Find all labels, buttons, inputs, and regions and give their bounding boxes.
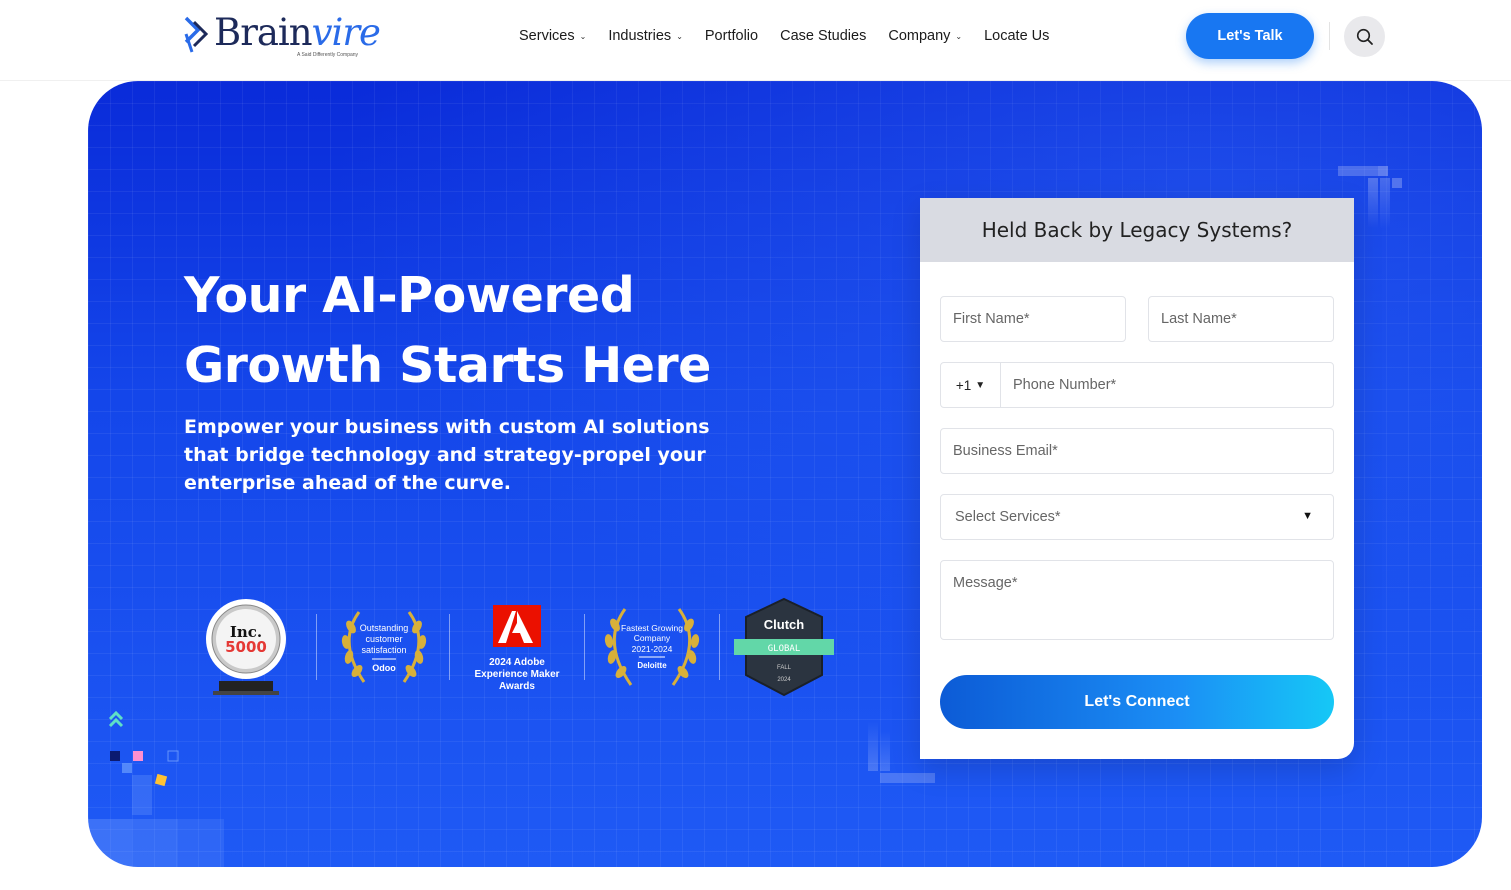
nav-item-locate-us[interactable]: Locate Us (984, 26, 1049, 46)
svg-text:2024: 2024 (777, 677, 791, 683)
business-email-input[interactable]: Business Email* (940, 428, 1334, 474)
nav-item-case-studies[interactable]: Case Studies (780, 26, 866, 46)
search-button[interactable] (1344, 16, 1385, 57)
award-separator (316, 614, 317, 680)
svg-text:Experience Maker: Experience Maker (474, 669, 559, 680)
contact-form: Held Back by Legacy Systems? First Name*… (920, 198, 1354, 759)
award-separator (449, 614, 450, 680)
hero-title-line2: Growth Starts Here (184, 337, 711, 394)
caret-down-icon: ▼ (1302, 510, 1313, 522)
country-code-select[interactable]: +1 ▼ (941, 363, 1001, 407)
svg-text:Fastest Growing: Fastest Growing (621, 623, 683, 633)
svg-text:2024 Adobe: 2024 Adobe (489, 657, 545, 668)
message-textarea[interactable]: Message* (940, 560, 1334, 640)
nav-item-company[interactable]: Company ⌄ (888, 26, 962, 46)
caret-down-icon: ▼ (975, 379, 986, 391)
first-name-input[interactable]: First Name* (940, 296, 1126, 342)
hero-subtitle: Empower your business with custom AI sol… (184, 416, 710, 494)
nav-item-services[interactable]: Services ⌄ (519, 26, 586, 46)
chevron-down-icon: ⌄ (955, 31, 963, 41)
chevron-down-icon: ⌄ (579, 31, 587, 41)
logo-tagline: A Said Differently Company (297, 52, 359, 58)
brainvire-logo[interactable]: Brainvire A Said Differently Company (184, 12, 381, 60)
svg-text:Clutch: Clutch (764, 617, 805, 632)
award-odoo: Outstanding customer satisfaction Odoo (329, 597, 439, 697)
award-separator (584, 614, 585, 680)
award-separator (719, 614, 720, 680)
award-clutch: Clutch GLOBAL FALL 2024 (728, 597, 840, 697)
logo-wordmark: Brainvire (214, 11, 381, 54)
site-header: Brainvire A Said Differently Company Ser… (0, 0, 1511, 81)
svg-text:2021-2024: 2021-2024 (632, 644, 673, 654)
lets-connect-button[interactable]: Let's Connect (940, 675, 1334, 729)
svg-text:FALL: FALL (777, 665, 792, 671)
svg-text:Deloitte: Deloitte (637, 661, 667, 670)
phone-field: +1 ▼ Phone Number* (940, 362, 1334, 408)
nav-item-industries[interactable]: Industries ⌄ (608, 26, 683, 46)
svg-text:customer: customer (365, 634, 402, 644)
award-adobe: 2024 Adobe Experience Maker Awards (462, 597, 572, 697)
last-name-input[interactable]: Last Name* (1148, 296, 1334, 342)
svg-text:GLOBAL: GLOBAL (768, 644, 801, 654)
inc-number: 5000 (225, 638, 267, 656)
svg-text:Odoo: Odoo (372, 663, 396, 673)
lets-talk-button[interactable]: Let's Talk (1186, 13, 1314, 59)
nav-item-portfolio[interactable]: Portfolio (705, 26, 758, 46)
svg-text:Awards: Awards (499, 681, 535, 692)
decor-blocks-bottom-left (88, 701, 238, 867)
form-title: Held Back by Legacy Systems? (920, 198, 1354, 262)
awards-row: Inc. 5000 Outstanding customer satisfact… (196, 597, 840, 697)
phone-number-input[interactable]: Phone Number* (1013, 377, 1116, 393)
svg-text:Outstanding: Outstanding (360, 623, 409, 633)
services-select[interactable]: Select Services* ▼ (940, 494, 1334, 540)
chevron-down-icon: ⌄ (676, 31, 683, 41)
logo-mark-icon (184, 16, 209, 53)
hero-title: Your AI-Powered Growth Starts Here (184, 261, 804, 401)
hero-title-line1: Your AI-Powered (184, 267, 635, 324)
award-inc5000: Inc. 5000 (196, 597, 296, 697)
award-deloitte: Fastest Growing Company 2021-2024 Deloit… (593, 597, 711, 697)
header-divider (1329, 22, 1330, 50)
main-nav: Services ⌄ Industries ⌄ Portfolio Case Stu… (519, 26, 1049, 46)
svg-text:Company: Company (634, 633, 671, 643)
svg-text:satisfaction: satisfaction (361, 645, 406, 655)
search-icon (1356, 28, 1373, 45)
